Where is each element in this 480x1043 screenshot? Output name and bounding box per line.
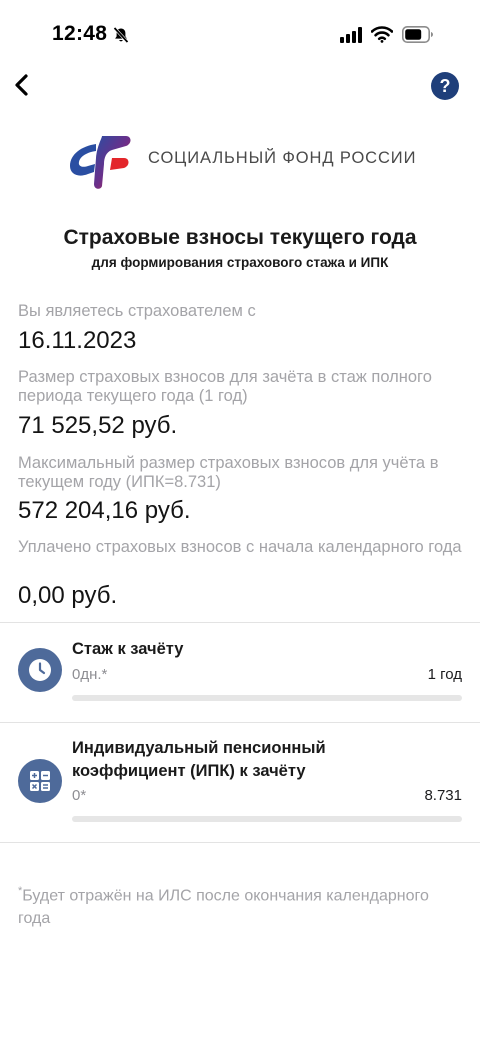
wifi-icon <box>371 26 393 43</box>
clock-icon-glyph <box>29 659 51 681</box>
signal-icon <box>340 27 362 43</box>
seniority-progress <box>72 695 462 701</box>
page-title: Страховые взносы текущего года <box>63 226 417 249</box>
chevron-left-icon <box>15 74 28 96</box>
max-contrib-value: 572 204,16 руб. <box>18 497 191 524</box>
seniority-title: Стаж к зачёту <box>72 640 184 658</box>
calculator-icon <box>18 759 62 803</box>
status-time: 12:48 <box>52 22 108 45</box>
ipk-progress <box>72 816 462 822</box>
nav-bar: ? <box>0 62 480 110</box>
insurer-since-label: Вы являетесь страхователем с <box>18 302 256 320</box>
ipk-max: 8.731 <box>424 787 462 804</box>
max-contrib-label: Максимальный размер страховых взносов дл… <box>18 454 439 491</box>
logo: СОЦИАЛЬНЫЙ ФОНД РОССИИ <box>66 128 426 190</box>
logo-text: СОЦИАЛЬНЫЙ ФОНД РОССИИ <box>148 149 417 167</box>
calculator-icon-glyph <box>30 771 50 791</box>
footnote-text: Будет отражён на ИЛС после окончания кал… <box>18 887 429 928</box>
divider <box>0 622 480 623</box>
help-button[interactable]: ? <box>431 72 459 100</box>
seniority-current: 0дн.* <box>72 666 108 683</box>
insurer-since-value: 16.11.2023 <box>18 327 137 354</box>
full-period-value: 71 525,52 руб. <box>18 412 178 439</box>
paid-value: 0,00 руб. <box>18 582 118 609</box>
divider <box>0 842 480 843</box>
paid-label: Уплачено страховых взносов с начала кале… <box>18 538 462 556</box>
back-button[interactable] <box>10 70 34 100</box>
ipk-current: 0* <box>72 787 87 804</box>
battery-icon <box>402 26 433 43</box>
clock-icon <box>18 648 62 692</box>
ipk-title: Индивидуальный пенсионный коэффициент (И… <box>72 739 326 780</box>
seniority-max: 1 год <box>427 666 462 683</box>
page-subtitle: для формирования страхового стажа и ИПК <box>91 255 389 270</box>
full-period-label: Размер страховых взносов для зачёта в ст… <box>18 368 432 405</box>
sfr-logo-icon <box>70 136 131 189</box>
bell-slash-icon <box>113 26 129 44</box>
status-bar: 12:48 <box>0 0 480 70</box>
footnote: *Будет отражён на ИЛС после окончания ка… <box>18 880 458 930</box>
divider <box>0 722 480 723</box>
